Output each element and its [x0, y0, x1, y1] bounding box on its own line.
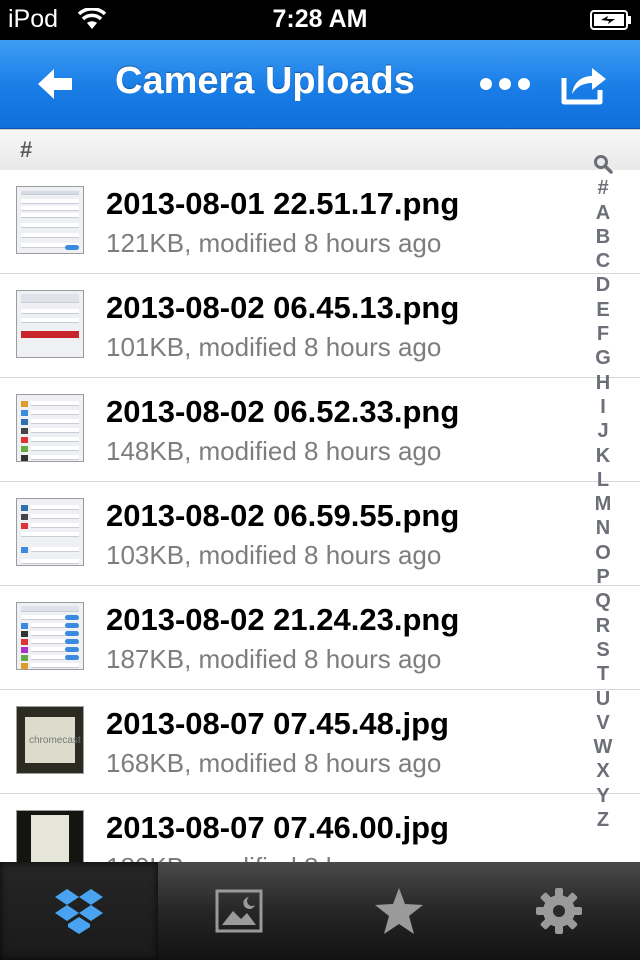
share-button[interactable] [560, 60, 610, 106]
file-row[interactable]: 2013-08-07 07.46.00.jpg 180KB, modified … [0, 794, 640, 862]
dropbox-icon [55, 889, 103, 934]
file-name: 2013-08-02 06.52.33.png [106, 394, 460, 429]
index-entry[interactable]: M [588, 492, 618, 516]
index-entry[interactable]: J [588, 419, 618, 443]
thumbnail-photo-text: chromecast [29, 735, 81, 746]
file-meta: 187KB, modified 8 hours ago [106, 644, 442, 674]
file-meta: 103KB, modified 8 hours ago [106, 540, 442, 570]
index-entry[interactable]: L [588, 468, 618, 492]
photos-icon [215, 889, 263, 933]
index-entry[interactable]: X [588, 759, 618, 783]
index-entry[interactable]: # [588, 176, 618, 200]
file-row[interactable]: 2013-08-02 06.59.55.png 103KB, modified … [0, 482, 640, 586]
file-row[interactable]: 2013-08-02 06.45.13.png 101KB, modified … [0, 274, 640, 378]
file-meta: 180KB, modified 8 hours ago [106, 852, 441, 862]
file-thumbnail [16, 186, 84, 254]
index-search-icon[interactable] [588, 152, 618, 176]
index-entry[interactable]: A [588, 201, 618, 225]
index-entry[interactable]: R [588, 614, 618, 638]
file-list[interactable]: 2013-08-01 22.51.17.png 121KB, modified … [0, 170, 640, 862]
index-entry[interactable]: Q [588, 589, 618, 613]
index-entry[interactable]: P [588, 565, 618, 589]
more-button[interactable] [478, 72, 532, 96]
tab-photos[interactable] [160, 862, 318, 960]
file-thumbnail [16, 290, 84, 358]
file-name: 2013-08-01 22.51.17.png [106, 186, 460, 221]
index-entry[interactable]: C [588, 249, 618, 273]
section-header: # [0, 129, 640, 171]
index-entry[interactable]: G [588, 346, 618, 370]
index-entry[interactable]: Y [588, 784, 618, 808]
index-entry[interactable]: N [588, 516, 618, 540]
index-entry[interactable]: W [588, 735, 618, 759]
battery-charging-icon [590, 9, 632, 36]
tab-settings[interactable] [480, 862, 638, 960]
index-entry[interactable]: D [588, 273, 618, 297]
file-meta: 148KB, modified 8 hours ago [106, 436, 442, 466]
star-icon [375, 888, 423, 934]
share-icon [561, 68, 606, 105]
index-entry[interactable]: F [588, 322, 618, 346]
index-entry[interactable]: O [588, 541, 618, 565]
index-entry[interactable]: K [588, 444, 618, 468]
file-meta: 121KB, modified 8 hours ago [106, 228, 442, 258]
file-name: 2013-08-02 06.45.13.png [106, 290, 460, 325]
file-thumbnail: chromecast [16, 706, 84, 774]
file-row[interactable]: 2013-08-02 06.52.33.png 148KB, modified … [0, 378, 640, 482]
clock: 7:28 AM [272, 5, 368, 33]
file-row[interactable]: 2013-08-01 22.51.17.png 121KB, modified … [0, 170, 640, 274]
file-row[interactable]: chromecast 2013-08-07 07.45.48.jpg 168KB… [0, 690, 640, 794]
nav-bar: Camera Uploads [0, 40, 640, 129]
file-row[interactable]: 2013-08-02 21.24.23.png 187KB, modified … [0, 586, 640, 690]
file-name: 2013-08-07 07.45.48.jpg [106, 706, 449, 741]
file-name: 2013-08-02 21.24.23.png [106, 602, 460, 637]
index-entry[interactable]: I [588, 395, 618, 419]
index-entry[interactable]: V [588, 711, 618, 735]
file-thumbnail [16, 810, 84, 862]
file-thumbnail [16, 394, 84, 462]
file-name: 2013-08-02 06.59.55.png [106, 498, 460, 533]
back-arrow-icon [38, 69, 72, 99]
index-entry[interactable]: T [588, 662, 618, 686]
file-thumbnail [16, 602, 84, 670]
ellipsis-icon [480, 78, 530, 90]
index-entry[interactable]: U [588, 687, 618, 711]
index-entry[interactable]: B [588, 225, 618, 249]
file-thumbnail [16, 498, 84, 566]
section-header-label: # [20, 137, 33, 162]
file-meta: 101KB, modified 8 hours ago [106, 332, 442, 362]
index-entry[interactable]: E [588, 298, 618, 322]
index-entry[interactable]: Z [588, 808, 618, 832]
tab-favorites[interactable] [320, 862, 478, 960]
index-entry[interactable]: S [588, 638, 618, 662]
back-button[interactable] [34, 64, 78, 104]
file-meta: 168KB, modified 8 hours ago [106, 748, 442, 778]
index-bar[interactable]: # A B C D E F G H I J K L M N O P Q R S … [588, 152, 618, 842]
tab-bar [0, 862, 640, 960]
status-bar: iPod 7:28 AM [0, 0, 640, 40]
page-title: Camera Uploads [115, 60, 415, 102]
index-entry[interactable]: H [588, 371, 618, 395]
gear-icon [536, 888, 582, 934]
file-name: 2013-08-07 07.46.00.jpg [106, 810, 449, 845]
tab-dropbox[interactable] [0, 862, 158, 960]
